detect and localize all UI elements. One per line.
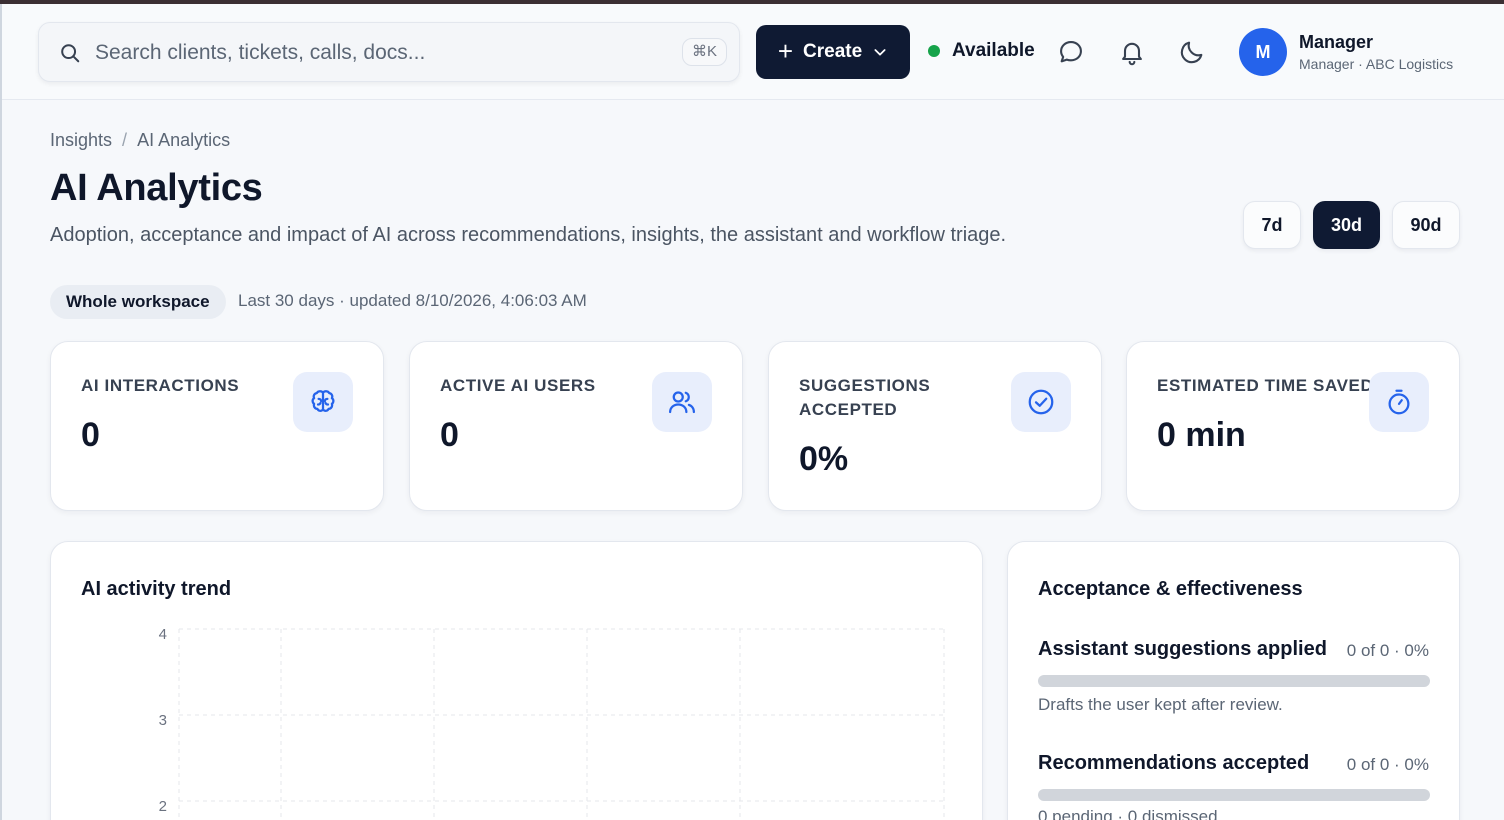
page-title: AI Analytics [50, 167, 263, 209]
kpi-label: SUGGESTIONS ACCEPTED [799, 376, 931, 419]
brain-icon [293, 372, 353, 432]
y-tick-label: 2 [159, 798, 167, 815]
search-input[interactable]: Search clients, tickets, calls, docs... [95, 41, 425, 65]
search-icon [61, 44, 80, 63]
kpi-label: ACTIVE AI USERS [440, 376, 596, 395]
kpi-card-suggestions-accepted: SUGGESTIONS ACCEPTED 0% [768, 341, 1102, 511]
x-gridlines [178, 629, 945, 820]
y-tick-label: 3 [159, 712, 167, 729]
create-button[interactable]: + Create [756, 25, 910, 79]
metric-description: 0 pending · 0 dismissed [1038, 807, 1218, 820]
breadcrumb-separator: / [122, 130, 128, 150]
kpi-card-time-saved: ESTIMATED TIME SAVED 0 min [1126, 341, 1460, 511]
user-role: Manager · ABC Logistics [1299, 56, 1454, 72]
top-header: Search clients, tickets, calls, docs... … [2, 4, 1504, 100]
kpi-value: 0 [81, 416, 100, 454]
metric-description: Drafts the user kept after review. [1038, 695, 1283, 714]
moon-icon[interactable] [1178, 38, 1206, 66]
chevron-down-icon [874, 49, 886, 56]
breadcrumb-current: AI Analytics [137, 130, 231, 150]
y-tick-label: 4 [159, 626, 167, 643]
activity-trend-chart: 4 3 2 [159, 626, 945, 820]
metric-progress-bar [1038, 789, 1430, 801]
users-icon [652, 372, 712, 432]
kpi-value: 0 [440, 416, 459, 454]
scope-meta: Last 30 days · updated 8/10/2026, 4:06:0… [238, 291, 587, 310]
breadcrumb: Insights / AI Analytics [50, 130, 230, 151]
presence-status[interactable]: Available [928, 40, 1035, 62]
user-name: Manager [1299, 32, 1374, 52]
metric-value: 0 of 0 · 0% [1346, 755, 1429, 774]
range-30d-button[interactable]: 30d [1313, 201, 1380, 249]
panel-title: Acceptance & effectiveness [1038, 578, 1303, 600]
check-circle-icon [1011, 372, 1071, 432]
search-bar[interactable]: Search clients, tickets, calls, docs... … [38, 22, 740, 82]
range-7d-button[interactable]: 7d [1243, 201, 1301, 249]
bell-icon[interactable] [1118, 38, 1146, 66]
ai-activity-trend-panel: AI activity trend 4 3 2 [50, 541, 983, 820]
kpi-value: 0 min [1157, 416, 1246, 454]
acceptance-panel: Acceptance & effectiveness Assistant sug… [1007, 541, 1460, 820]
kpi-label: ESTIMATED TIME SAVED [1157, 376, 1374, 395]
page-subtitle: Adoption, acceptance and impact of AI ac… [50, 224, 1007, 246]
create-label: Create [803, 41, 863, 62]
kpi-card-active-users: ACTIVE AI USERS 0 [409, 341, 743, 511]
plus-icon: + [777, 36, 794, 66]
avatar[interactable]: M [1239, 28, 1287, 76]
shortcut-hint: ⌘K [681, 38, 727, 66]
range-90d-button[interactable]: 90d [1392, 201, 1460, 249]
scope-chip[interactable]: Whole workspace [50, 285, 226, 319]
stopwatch-icon [1369, 372, 1429, 432]
status-label: Available [952, 40, 1035, 61]
breadcrumb-parent[interactable]: Insights [50, 130, 112, 151]
kpi-card-ai-interactions: AI INTERACTIONS 0 [50, 341, 384, 511]
metric-progress-bar [1038, 675, 1430, 687]
kpi-label: AI INTERACTIONS [81, 376, 240, 395]
metric-name: Assistant suggestions applied [1038, 638, 1327, 660]
chat-icon[interactable] [1057, 38, 1085, 66]
metric-name: Recommendations accepted [1038, 752, 1310, 774]
kpi-value: 0% [799, 440, 849, 478]
sidebar-edge [0, 4, 2, 820]
status-dot [928, 45, 940, 57]
y-gridlines [179, 628, 944, 802]
metric-value: 0 of 0 · 0% [1346, 641, 1429, 660]
